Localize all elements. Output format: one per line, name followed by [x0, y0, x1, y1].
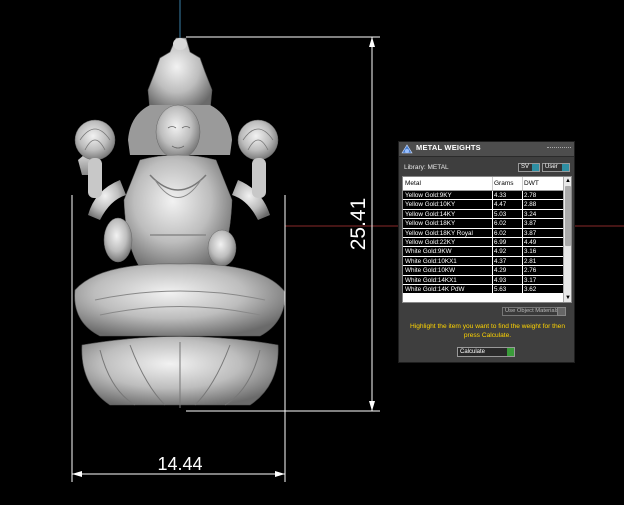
- metal-name-cell: Yellow Gold:14KY: [405, 210, 456, 218]
- metal-name-cell: White Gold:14K PdW: [405, 285, 465, 293]
- grams-cell: 4.47: [494, 201, 507, 209]
- grams-cell: 6.02: [494, 229, 507, 237]
- metal-name-cell: White Gold:14KX1: [405, 276, 457, 284]
- dwt-cell: 2.78: [524, 192, 537, 199]
- calculate-dropdown-value: Calculate: [460, 349, 486, 355]
- grams-cell: 5.03: [494, 210, 507, 218]
- panel-title: METAL WEIGHTS: [416, 143, 481, 152]
- scroll-down-arrow-icon[interactable]: ▼: [564, 294, 571, 302]
- table-row[interactable]: Yellow Gold:14KY 5.03 3.24: [403, 209, 563, 220]
- scroll-thumb[interactable]: [565, 186, 571, 246]
- dropdown-arrow-icon[interactable]: [507, 348, 514, 356]
- height-dimension-label: 25.41: [347, 198, 370, 251]
- column-header-grams[interactable]: Grams: [494, 180, 514, 187]
- library-label: Library: METAL: [404, 164, 449, 171]
- user-library-button[interactable]: User: [542, 163, 570, 172]
- metal-name-cell: Yellow Gold:18KY: [405, 220, 456, 228]
- table-row[interactable]: White Gold:14K PdW 5.63 3.62: [403, 284, 563, 295]
- use-object-materials-checkbox[interactable]: [557, 307, 566, 316]
- table-row[interactable]: White Gold:9KW 4.92 3.16: [403, 247, 563, 257]
- calculate-dropdown[interactable]: Calculate: [457, 347, 515, 357]
- grams-cell: 4.93: [494, 276, 507, 284]
- grams-cell: 4.29: [494, 267, 507, 275]
- table-row[interactable]: Yellow Gold:22KY 6.99 4.49: [403, 237, 563, 248]
- metal-name-cell: White Gold:10KW: [405, 267, 456, 275]
- metal-name-cell: Yellow Gold:9KY: [405, 192, 452, 199]
- list-header: Metal Grams DWT: [403, 177, 563, 191]
- width-dimension-label: 14.44: [157, 454, 202, 474]
- metal-weights-panel: METAL WEIGHTS Library: METAL SV User Met…: [398, 141, 575, 363]
- grams-cell: 5.63: [494, 285, 507, 293]
- goddess-statue-model: [74, 37, 286, 408]
- dwt-cell: 4.49: [524, 238, 537, 246]
- column-header-metal[interactable]: Metal: [405, 180, 421, 187]
- panel-grip[interactable]: [547, 143, 571, 148]
- dwt-cell: 3.24: [524, 210, 537, 218]
- instruction-text: Highlight the item you want to find the …: [409, 323, 566, 339]
- dwt-cell: 3.16: [524, 248, 537, 256]
- list-rows: Yellow Gold:9KY 4.33 2.78 Yellow Gold:10KY 4…: [403, 191, 563, 295]
- user-indicator: [562, 164, 569, 171]
- dwt-cell: 3.62: [524, 285, 537, 293]
- table-row[interactable]: Yellow Gold:18KY 6.02 3.87: [403, 219, 563, 229]
- table-row[interactable]: White Gold:10KW 4.29 2.76: [403, 266, 563, 276]
- table-row[interactable]: White Gold:10KX1 4.37 2.81: [403, 256, 563, 267]
- table-row[interactable]: White Gold:14KX1 4.93 3.17: [403, 275, 563, 285]
- dwt-cell: 2.76: [524, 267, 537, 275]
- grams-cell: 4.37: [494, 257, 507, 265]
- dwt-cell: 3.17: [524, 276, 537, 284]
- rhino-app-icon: [401, 144, 413, 154]
- grams-cell: 6.99: [494, 238, 507, 246]
- dwt-cell: 3.87: [524, 220, 537, 228]
- metal-name-cell: White Gold:9KW: [405, 248, 452, 256]
- panel-title-bar[interactable]: METAL WEIGHTS: [399, 142, 574, 157]
- metal-list[interactable]: Metal Grams DWT Yellow Gold:9KY 4.33 2.78 Y…: [402, 176, 572, 303]
- sv-library-button[interactable]: SV: [518, 163, 540, 172]
- dwt-cell: 2.88: [524, 201, 537, 209]
- sv-indicator: [532, 164, 539, 171]
- grams-cell: 6.02: [494, 220, 507, 228]
- user-button-label: User: [545, 164, 558, 170]
- grams-cell: 4.92: [494, 248, 507, 256]
- scroll-up-arrow-icon[interactable]: ▲: [564, 177, 571, 185]
- metal-name-cell: Yellow Gold:22KY: [405, 238, 456, 246]
- grams-cell: 4.33: [494, 192, 507, 199]
- list-scrollbar[interactable]: ▲ ▼: [563, 177, 571, 302]
- dwt-cell: 2.81: [524, 257, 537, 265]
- use-object-materials-option[interactable]: Use Object Materials: [502, 307, 564, 316]
- metal-name-cell: Yellow Gold:10KY: [405, 201, 456, 209]
- metal-name-cell: White Gold:10KX1: [405, 257, 457, 265]
- table-row[interactable]: Yellow Gold:9KY 4.33 2.78: [403, 191, 563, 201]
- table-row[interactable]: Yellow Gold:18KY Royal 6.02 3.87: [403, 228, 563, 238]
- dwt-cell: 3.87: [524, 229, 537, 237]
- column-header-dwt[interactable]: DWT: [524, 180, 539, 187]
- table-row[interactable]: Yellow Gold:10KY 4.47 2.88: [403, 200, 563, 210]
- sv-button-label: SV: [521, 164, 530, 170]
- metal-name-cell: Yellow Gold:18KY Royal: [405, 229, 473, 237]
